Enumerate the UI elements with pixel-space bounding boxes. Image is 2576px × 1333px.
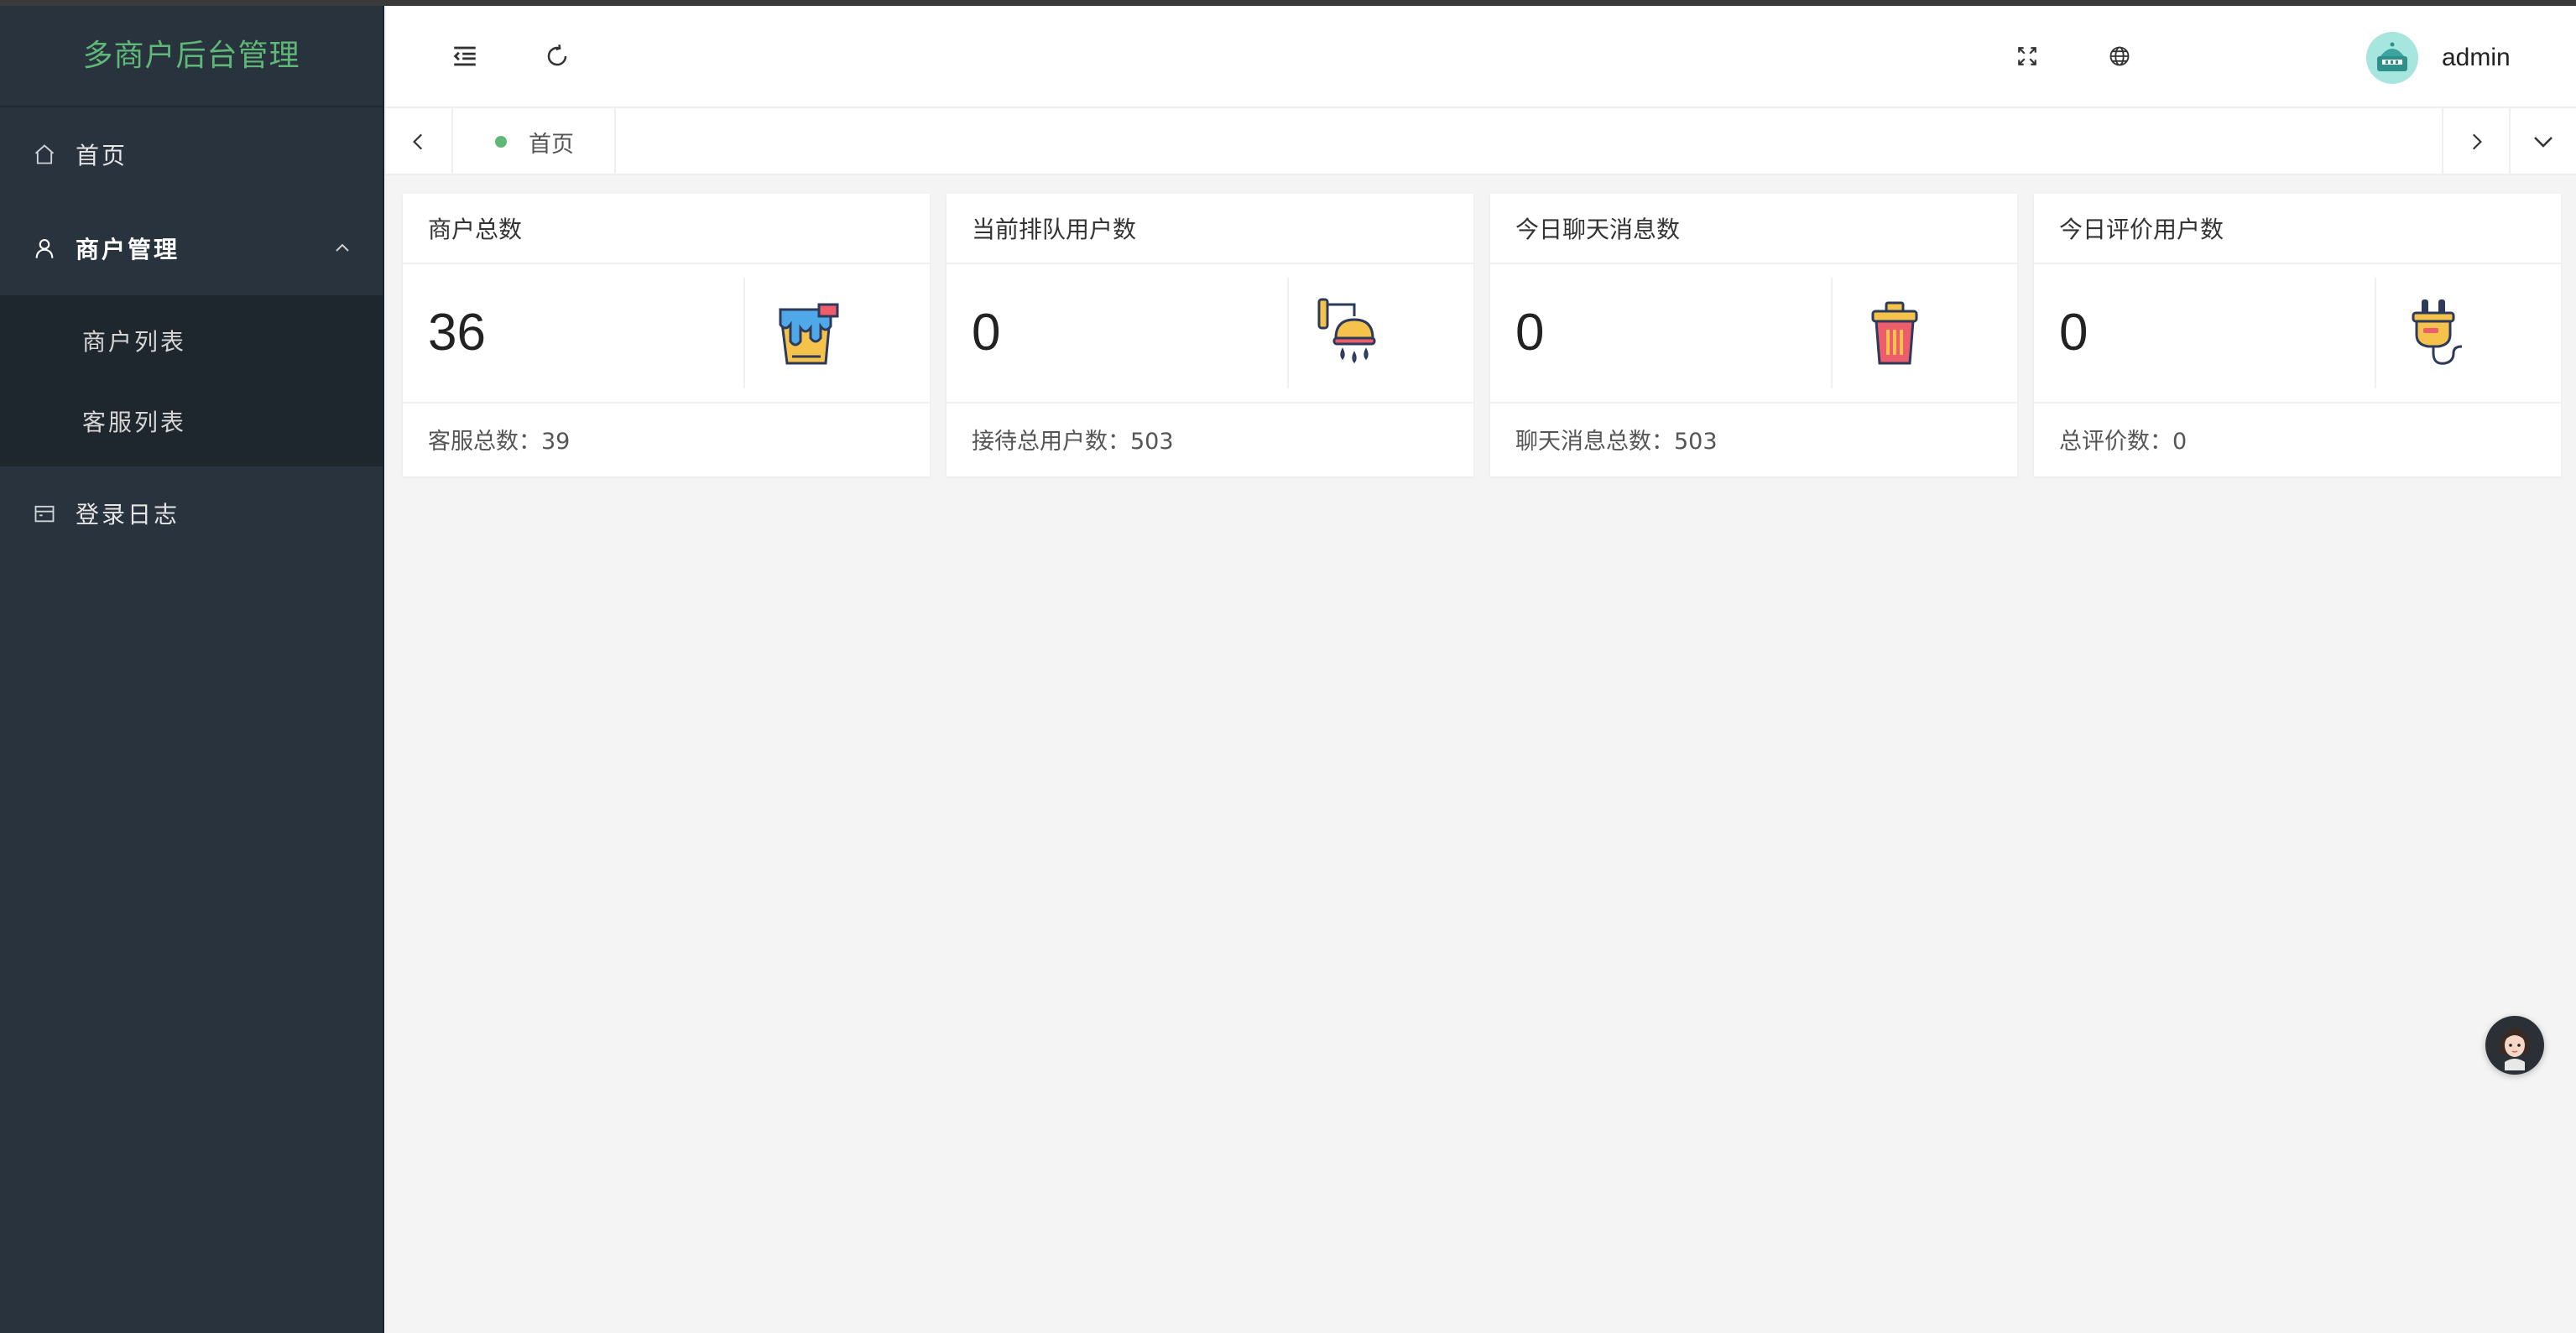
user-icon	[32, 236, 57, 261]
app-logo-title: 多商户后台管理	[0, 0, 383, 107]
card-body: 0	[1490, 264, 2017, 404]
card-divider	[2375, 278, 2376, 388]
card-title: 商户总数	[403, 194, 930, 264]
card-value: 0	[1515, 304, 1545, 362]
tabs-dropdown-button[interactable]	[2509, 108, 2576, 175]
submenu-merchant: 商户列表 客服列表	[0, 295, 383, 466]
username: admin	[2442, 44, 2511, 71]
card-footer: 聊天消息总数：503	[1515, 429, 1718, 455]
fullscreen-icon[interactable]	[2009, 38, 2046, 75]
sidebar-item-merchant-list[interactable]: 商户列表	[0, 300, 383, 381]
active-tab-dot	[495, 136, 507, 148]
card-title: 今日评价用户数	[2034, 194, 2561, 264]
sidebar-item-label: 登录日志	[76, 501, 180, 529]
card-body: 36	[403, 264, 930, 404]
tabs-bar: 首页	[386, 108, 2576, 175]
stat-card-queue: 当前排队用户数 0 接待总用户数：503	[946, 194, 1473, 476]
sidebar-item-label: 首页	[76, 142, 128, 169]
menu-fold-icon[interactable]	[446, 38, 483, 75]
home-icon	[32, 142, 57, 167]
user-menu[interactable]: admin	[2366, 31, 2511, 85]
tabs-next-button[interactable]	[2442, 108, 2509, 175]
assistant-avatar-icon	[2499, 1028, 2531, 1070]
sidebar-item-login-log[interactable]: 登录日志	[0, 466, 383, 560]
tabs-prev-button[interactable]	[386, 108, 453, 175]
tab-home[interactable]: 首页	[455, 108, 616, 175]
card-divider	[1831, 278, 1833, 388]
globe-icon[interactable]	[2101, 38, 2138, 75]
sidebar-item-service-list[interactable]: 客服列表	[0, 381, 383, 461]
card-title: 当前排队用户数	[946, 194, 1473, 264]
plug-icon	[2412, 299, 2463, 365]
card-divider	[743, 278, 745, 388]
card-body: 0	[2034, 264, 2561, 404]
top-header: admin	[386, 6, 2576, 108]
avatar	[2366, 32, 2418, 84]
tab-label: 首页	[529, 131, 574, 158]
card-footer: 总评价数：0	[2059, 429, 2188, 455]
sidebar-item-label: 商户管理	[76, 236, 180, 263]
window-top-border	[0, 0, 2576, 6]
card-divider	[1287, 278, 1289, 388]
sidebar-item-merchant-management[interactable]: 商户管理	[0, 201, 383, 295]
stat-card-chat-messages: 今日聊天消息数 0 聊天消息总数：503	[1490, 194, 2017, 476]
card-body: 0	[946, 264, 1473, 404]
chevron-up-icon	[336, 243, 349, 252]
card-title: 今日聊天消息数	[1490, 194, 2017, 264]
paint-bucket-icon	[779, 303, 839, 365]
sidebar-item-home[interactable]: 首页	[0, 107, 383, 201]
stat-card-merchants: 商户总数 36 客服总数：39	[403, 194, 930, 476]
card-value: 0	[2059, 304, 2088, 362]
card-footer: 客服总数：39	[428, 429, 571, 455]
calendar-icon	[32, 501, 57, 526]
sidebar: 多商户后台管理 首页 商户管理 商户列表 客服列表 登录日志	[0, 0, 384, 1333]
card-footer: 接待总用户数：503	[972, 429, 1174, 455]
stat-card-reviews: 今日评价用户数 0 总评价数：0	[2034, 194, 2561, 476]
refresh-icon[interactable]	[539, 38, 576, 75]
floating-assistant-button[interactable]	[2485, 1016, 2544, 1075]
card-value: 0	[972, 304, 1001, 362]
trash-can-icon	[1871, 301, 1918, 365]
card-value: 36	[428, 304, 486, 362]
shower-icon	[1317, 298, 1376, 364]
